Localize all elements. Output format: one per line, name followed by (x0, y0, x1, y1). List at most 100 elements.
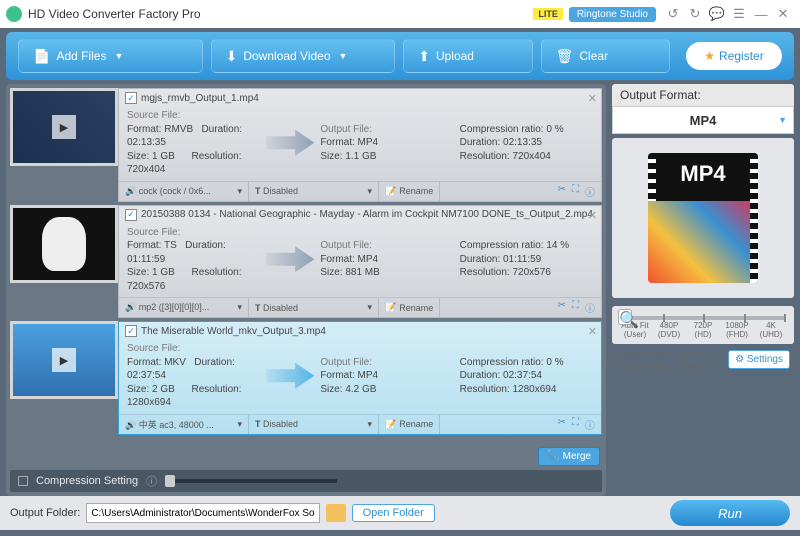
video-thumbnail[interactable]: ▶ (10, 321, 118, 399)
play-icon[interactable]: ▶ (52, 348, 76, 372)
play-icon[interactable]: ▶ (52, 115, 76, 139)
ringtone-studio-button[interactable]: Ringtone Studio (569, 7, 656, 22)
info-icon[interactable]: ⓘ (585, 417, 595, 432)
output-panel: Output Format: MP4 ▼ MP4 🔍 Auto Fit(User… (612, 84, 794, 496)
arrow-icon (266, 246, 314, 272)
output-extra: Compression ratio: 0 % Duration: 02:13:3… (460, 123, 593, 164)
chevron-down-icon: ▼ (339, 51, 348, 61)
arrow-icon (266, 363, 314, 389)
rename-button[interactable]: 📝 Rename (379, 182, 440, 201)
effects-icon[interactable]: ✂ (558, 300, 566, 315)
undo-icon[interactable]: ↺ (662, 5, 684, 23)
compression-bar: Compression Setting ⓘ (10, 470, 602, 492)
crop-icon[interactable]: ⛶ (572, 417, 579, 432)
download-video-label: Download Video (243, 49, 330, 63)
bottom-bar: Output Folder: Open Folder Run (0, 496, 800, 530)
source-info: Source File: Format: RMVB Duration: 02:1… (127, 109, 260, 177)
video-thumbnail[interactable]: ▶ (10, 88, 118, 166)
info-icon[interactable]: ⓘ (585, 184, 595, 199)
upload-button[interactable]: ⬆ Upload (403, 39, 532, 73)
settings-button[interactable]: ⚙ Settings (728, 350, 790, 369)
source-info: Source File: Format: MKV Duration: 02:37… (127, 342, 260, 410)
source-info: Source File: Format: TS Duration: 01:11:… (127, 226, 260, 294)
minimize-icon[interactable]: — (750, 5, 772, 23)
file-name: mgjs_rmvb_Output_1.mp4 (141, 93, 259, 104)
info-icon[interactable]: ⓘ (146, 473, 157, 489)
add-file-icon: 📄 (33, 48, 50, 65)
chat-icon[interactable]: 💬 (706, 5, 728, 23)
output-info: Output File: Format: MP4 Size: 881 MB (320, 239, 453, 280)
arrow-icon (266, 130, 314, 156)
remove-file-icon[interactable]: ✕ (588, 325, 597, 338)
rename-button[interactable]: 📝 Rename (379, 415, 440, 434)
effects-icon[interactable]: ✂ (558, 417, 566, 432)
subtitle-select[interactable]: T Disabled▾ (249, 298, 379, 317)
upload-label: Upload (436, 49, 474, 63)
menu-icon[interactable]: ☰ (728, 5, 750, 23)
audio-track-select[interactable]: 🔊 mp2 ([3][0][0][0]...▾ (119, 298, 249, 317)
app-logo (6, 6, 22, 22)
resolution-option[interactable]: 480P(DVD) (652, 322, 686, 340)
info-icon[interactable]: ⓘ (585, 300, 595, 315)
effects-icon[interactable]: ✂ (558, 184, 566, 199)
run-button[interactable]: Run (670, 500, 790, 526)
trash-icon: 🗑 (556, 48, 574, 65)
format-preview[interactable]: MP4 (612, 138, 794, 298)
download-video-button[interactable]: ⬇ Download Video ▼ (211, 39, 396, 73)
output-format-select[interactable]: MP4 ▼ (612, 106, 794, 134)
app-title: HD Video Converter Factory Pro (28, 7, 201, 21)
subtitle-select[interactable]: T Disabled▾ (249, 415, 379, 434)
register-label: Register (719, 49, 764, 63)
redo-icon[interactable]: ↻ (684, 5, 706, 23)
title-bar: HD Video Converter Factory Pro LITE Ring… (0, 0, 800, 28)
file-card[interactable]: ✓ The Miserable World_mkv_Output_3.mp4 ✕… (118, 321, 602, 435)
remove-file-icon[interactable]: ✕ (588, 92, 597, 105)
output-folder-input[interactable] (86, 503, 319, 523)
add-files-button[interactable]: 📄 Add Files ▼ (18, 39, 203, 73)
output-format-value: MP4 (690, 113, 717, 128)
chevron-down-icon: ▼ (114, 51, 123, 61)
open-folder-button[interactable]: Open Folder (352, 504, 435, 522)
format-preview-text: MP4 (648, 153, 758, 187)
compression-label: Compression Setting (36, 475, 138, 487)
register-button[interactable]: ★ Register (686, 42, 782, 70)
clear-button[interactable]: 🗑 Clear (541, 39, 670, 73)
output-extra: Compression ratio: 14 % Duration: 01:11:… (460, 239, 593, 280)
resolution-option[interactable]: 1080P(FHD) (720, 322, 754, 340)
star-icon: ★ (704, 49, 715, 63)
add-files-label: Add Files (56, 49, 106, 63)
chevron-down-icon: ▼ (778, 115, 787, 125)
crop-icon[interactable]: ⛶ (572, 184, 579, 199)
merge-button[interactable]: 📎 Merge (538, 447, 600, 466)
browse-folder-icon[interactable] (326, 504, 346, 522)
file-card[interactable]: ✓ 20150388 0134 - National Geographic - … (118, 205, 602, 319)
resolution-option[interactable]: 720P(HD) (686, 322, 720, 340)
resolution-slider[interactable]: 🔍 Auto Fit(User)480P(DVD)720P(HD)1080P(F… (612, 306, 794, 344)
output-format-label: Output Format: (612, 84, 794, 106)
close-icon[interactable]: ✕ (772, 5, 794, 23)
video-thumbnail[interactable]: ▶ (10, 205, 118, 283)
output-info: Output File: Format: MP4 Size: 4.2 GB (320, 356, 453, 397)
compression-checkbox[interactable] (18, 476, 28, 486)
file-item[interactable]: ▶ ✓ 20150388 0134 - National Geographic … (10, 205, 602, 319)
rename-button[interactable]: 📝 Rename (379, 298, 440, 317)
audio-track-select[interactable]: 🔊 cock (cock / 0x6...▾ (119, 182, 249, 201)
upload-icon: ⬆ (418, 48, 430, 65)
output-extra: Compression ratio: 0 % Duration: 02:37:5… (460, 356, 593, 397)
file-card[interactable]: ✓ mgjs_rmvb_Output_1.mp4 ✕ Source File: … (118, 88, 602, 202)
file-item[interactable]: ▶ ✓ mgjs_rmvb_Output_1.mp4 ✕ Source File… (10, 88, 602, 202)
resolution-knob[interactable]: 🔍 (618, 309, 632, 325)
remove-file-icon[interactable]: ✕ (588, 209, 597, 222)
audio-track-select[interactable]: 🔊 中英 ac3, 48000 ...▾ (119, 415, 249, 434)
file-list-panel: ▶ ✓ mgjs_rmvb_Output_1.mp4 ✕ Source File… (6, 84, 606, 496)
subtitle-select[interactable]: T Disabled▾ (249, 182, 379, 201)
codec-info: Video Codec: Smart Fit Audio Codec: Smar… (612, 344, 794, 379)
compression-slider[interactable] (165, 479, 337, 483)
resolution-option[interactable]: 4K(UHD) (754, 322, 788, 340)
file-checkbox[interactable]: ✓ (125, 92, 137, 104)
file-checkbox[interactable]: ✓ (125, 209, 137, 221)
crop-icon[interactable]: ⛶ (572, 300, 579, 315)
file-item[interactable]: ▶ ✓ The Miserable World_mkv_Output_3.mp4… (10, 321, 602, 435)
file-checkbox[interactable]: ✓ (125, 325, 137, 337)
file-name: 20150388 0134 - National Geographic - Ma… (141, 209, 593, 220)
